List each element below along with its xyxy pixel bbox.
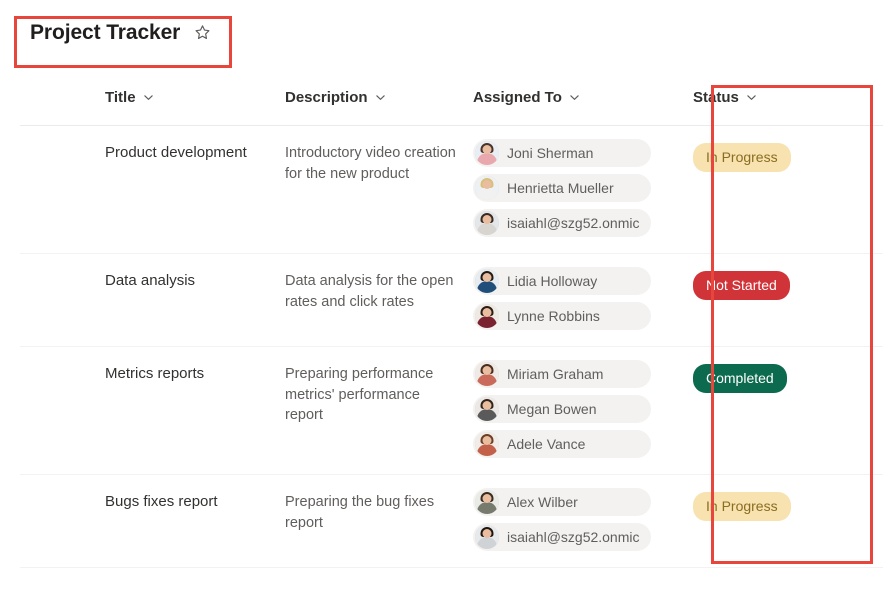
page-title: Project Tracker [30, 21, 181, 44]
cell-status: Completed [663, 364, 803, 393]
list-header: Project Tracker [30, 22, 212, 43]
cell-assigned-to: Joni Sherman Henrietta Mueller isaiahl@szg… [473, 139, 663, 237]
column-header-title[interactable]: Title [20, 88, 285, 106]
chevron-down-icon[interactable] [375, 92, 386, 103]
people-stack: Joni Sherman Henrietta Mueller isaiahl@szg… [473, 139, 663, 237]
cell-status: In Progress [663, 492, 803, 521]
table-body: Product development Introductory video cr… [20, 126, 883, 568]
person-chip[interactable]: Lidia Holloway [473, 267, 651, 295]
table-row[interactable]: Data analysis Data analysis for the open … [20, 254, 883, 347]
avatar [475, 269, 499, 293]
people-stack: Lidia Holloway Lynne Robbins [473, 267, 663, 330]
person-name: isaiahl@szg52.onmic [507, 529, 640, 545]
cell-status: Not Started [663, 271, 803, 300]
person-name: Lynne Robbins [507, 308, 600, 324]
person-chip[interactable]: Henrietta Mueller [473, 174, 651, 202]
chevron-down-icon[interactable] [143, 92, 154, 103]
people-stack: Alex Wilber isaiahl@szg52.onmic [473, 488, 663, 551]
column-header-assigned-to-label: Assigned To [473, 89, 562, 106]
person-name: Joni Sherman [507, 145, 594, 161]
column-header-title-label: Title [105, 89, 136, 106]
column-header-assigned-to[interactable]: Assigned To [473, 88, 663, 106]
person-name: Miriam Graham [507, 366, 604, 382]
status-badge[interactable]: In Progress [693, 143, 791, 172]
status-badge[interactable]: Completed [693, 364, 787, 393]
person-chip[interactable]: isaiahl@szg52.onmic [473, 523, 651, 551]
column-header-description[interactable]: Description [285, 88, 473, 106]
person-name: Adele Vance [507, 436, 586, 452]
person-chip[interactable]: Lynne Robbins [473, 302, 651, 330]
avatar [475, 525, 499, 549]
people-stack: Miriam Graham Megan Bowen Adele Vance [473, 360, 663, 458]
column-header-description-label: Description [285, 89, 368, 106]
avatar [475, 211, 499, 235]
table-row[interactable]: Product development Introductory video cr… [20, 126, 883, 254]
table-header-row: Title Description Assigned To Status [20, 88, 883, 126]
cell-description: Preparing performance metrics' performan… [285, 366, 434, 423]
person-name: isaiahl@szg52.onmic [507, 215, 640, 231]
avatar [475, 176, 499, 200]
star-outline-icon[interactable] [192, 23, 212, 43]
cell-title[interactable]: Metrics reports [20, 364, 285, 384]
avatar [475, 362, 499, 386]
project-tracker-table: Title Description Assigned To Status Pro… [20, 88, 883, 568]
avatar [475, 397, 499, 421]
table-row[interactable]: Metrics reports Preparing performance met… [20, 347, 883, 475]
cell-description: Preparing the bug fixes report [285, 494, 435, 531]
avatar [475, 432, 499, 456]
person-chip[interactable]: Alex Wilber [473, 488, 651, 516]
status-badge[interactable]: In Progress [693, 492, 791, 521]
cell-assigned-to: Alex Wilber isaiahl@szg52.onmic [473, 488, 663, 551]
cell-title[interactable]: Data analysis [20, 271, 285, 291]
avatar [475, 304, 499, 328]
column-header-status-label: Status [693, 89, 739, 106]
person-name: Megan Bowen [507, 401, 597, 417]
person-name: Lidia Holloway [507, 273, 598, 289]
avatar [475, 141, 499, 165]
cell-title[interactable]: Product development [20, 143, 285, 163]
person-chip[interactable]: Megan Bowen [473, 395, 651, 423]
cell-status: In Progress [663, 143, 803, 172]
cell-description: Data analysis for the open rates and cli… [285, 273, 454, 310]
cell-assigned-to: Lidia Holloway Lynne Robbins [473, 267, 663, 330]
person-chip[interactable]: Miriam Graham [473, 360, 651, 388]
cell-title[interactable]: Bugs fixes report [20, 492, 285, 512]
person-chip[interactable]: Joni Sherman [473, 139, 651, 167]
person-name: Henrietta Mueller [507, 180, 614, 196]
chevron-down-icon[interactable] [569, 92, 580, 103]
chevron-down-icon[interactable] [746, 92, 757, 103]
person-chip[interactable]: Adele Vance [473, 430, 651, 458]
avatar [475, 490, 499, 514]
cell-description: Introductory video creation for the new … [285, 145, 456, 182]
person-name: Alex Wilber [507, 494, 578, 510]
column-header-status[interactable]: Status [663, 88, 803, 106]
table-row[interactable]: Bugs fixes report Preparing the bug fixes… [20, 475, 883, 568]
person-chip[interactable]: isaiahl@szg52.onmic [473, 209, 651, 237]
cell-assigned-to: Miriam Graham Megan Bowen Adele Vance [473, 360, 663, 458]
status-badge[interactable]: Not Started [693, 271, 790, 300]
